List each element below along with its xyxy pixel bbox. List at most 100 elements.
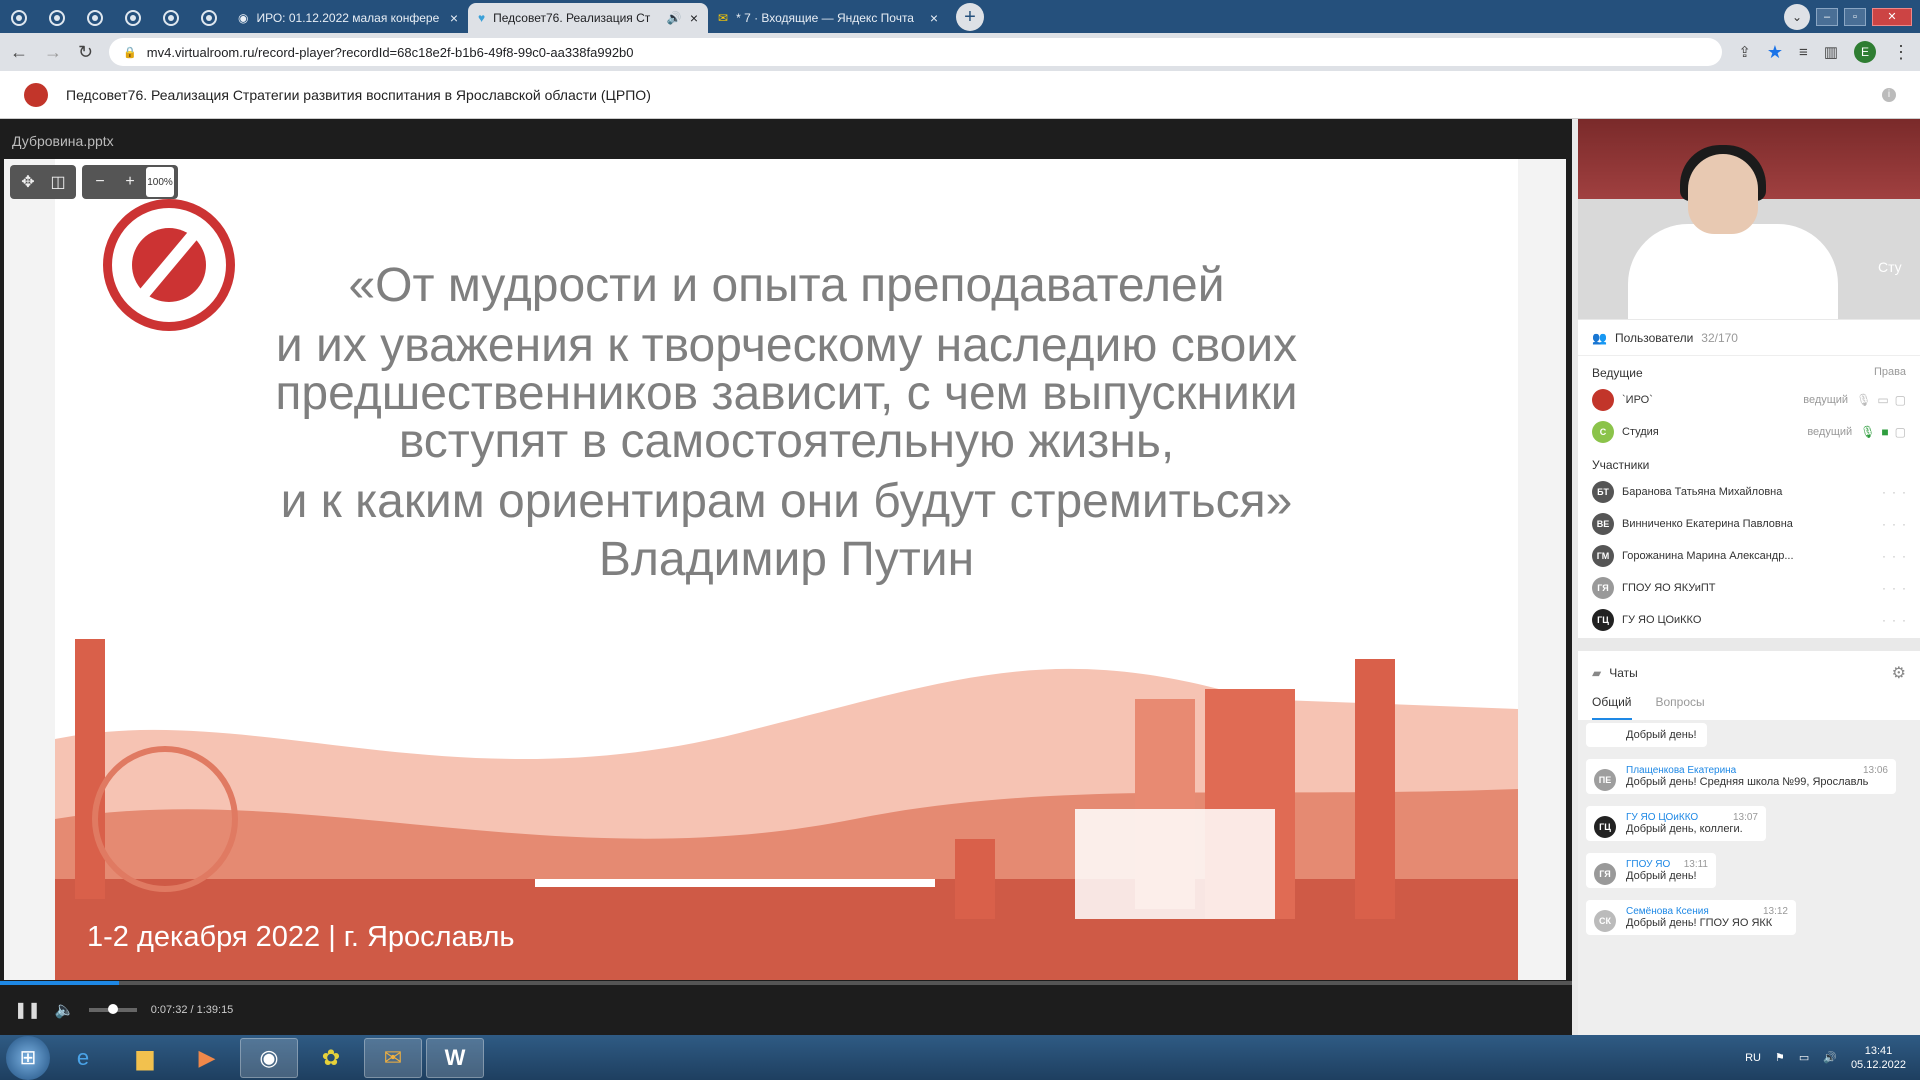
player-controls: ❚❚ 🔈 0:07:32 / 1:39:15: [0, 985, 1572, 1035]
user-row[interactable]: С Студия ведущий 🎙 ■ ▢: [1578, 416, 1920, 448]
camera-on-icon[interactable]: ■: [1881, 425, 1888, 439]
zoom-level[interactable]: 100%: [146, 167, 174, 197]
speaker-icon[interactable]: 🔊: [667, 11, 682, 25]
outlook-icon[interactable]: ✉: [364, 1037, 422, 1078]
screen-icon[interactable]: ·: [1902, 549, 1906, 563]
tab-questions[interactable]: Вопросы: [1656, 695, 1705, 720]
mic-off-icon[interactable]: ·: [1882, 485, 1886, 499]
mic-off-icon[interactable]: ·: [1882, 549, 1886, 563]
volume-handle[interactable]: [107, 1004, 118, 1014]
screen-icon[interactable]: ▢: [1895, 425, 1906, 439]
volume-slider[interactable]: [88, 1004, 137, 1014]
game-icon[interactable]: ✿: [302, 1038, 360, 1078]
zoom-group: − + 100%: [82, 165, 178, 199]
pinned-tab[interactable]: [38, 3, 76, 33]
tray-language[interactable]: RU: [1745, 1052, 1761, 1064]
clock[interactable]: 13:41 05.12.2022: [1851, 1044, 1906, 1072]
start-button[interactable]: ⊞: [6, 1035, 50, 1080]
tab-title: ИРО: 01.12.2022 малая конфере: [256, 11, 440, 25]
pinned-tab[interactable]: [0, 3, 38, 33]
close-window-button[interactable]: ✕: [1872, 7, 1912, 26]
pinned-tab[interactable]: [76, 3, 114, 33]
gear-icon[interactable]: ⚙: [1892, 663, 1906, 683]
presenter-body: [1628, 224, 1838, 319]
pause-icon[interactable]: ❚❚: [14, 1000, 41, 1020]
close-icon[interactable]: ×: [930, 10, 938, 26]
url-field[interactable]: 🔒 mv4.virtualroom.ru/record-player?recor…: [109, 38, 1723, 66]
user-status-icons: · · ·: [1882, 517, 1906, 531]
clock-time: 13:41: [1864, 1044, 1893, 1057]
browser-tab[interactable]: ◉ ИРО: 01.12.2022 малая конфере ×: [228, 3, 468, 33]
chat-message: СК Семёнова Ксения 13:12 Добрый день! ГП…: [1586, 900, 1796, 935]
camera-off-icon[interactable]: ·: [1892, 485, 1896, 499]
forward-icon[interactable]: →: [44, 42, 62, 63]
folder-icon[interactable]: ▆: [116, 1038, 174, 1078]
user-name: ГУ ЯО ЦОиККО: [1622, 614, 1702, 626]
user-row[interactable]: ГМ Горожанина Марина Александр... · · ·: [1578, 540, 1920, 572]
fit-width-icon[interactable]: ◫: [44, 172, 72, 192]
zoom-in-button[interactable]: +: [116, 173, 144, 191]
screen-icon[interactable]: ·: [1902, 485, 1906, 499]
info-icon[interactable]: i: [1882, 87, 1896, 102]
maximize-button[interactable]: ▫: [1844, 7, 1866, 26]
volume-icon[interactable]: 🔈: [55, 1000, 75, 1020]
word-icon[interactable]: W: [426, 1037, 484, 1078]
network-icon[interactable]: ▭: [1799, 1051, 1809, 1064]
pinned-tab[interactable]: [114, 3, 152, 33]
screen-icon[interactable]: ▢: [1895, 393, 1906, 407]
reading-list-icon[interactable]: ≡: [1799, 44, 1808, 61]
pinned-tab[interactable]: [190, 3, 228, 33]
new-tab-button[interactable]: +: [956, 3, 984, 31]
mic-off-icon[interactable]: ·: [1882, 613, 1886, 627]
user-row[interactable]: ВЕ Винниченко Екатерина Павловна · · ·: [1578, 508, 1920, 540]
lock-icon[interactable]: 🔒: [123, 46, 137, 59]
browser-tab-bar: ◉ ИРО: 01.12.2022 малая конфере × ♥ Педс…: [0, 0, 1920, 33]
tab-search-icon[interactable]: ⌄: [1784, 3, 1810, 30]
camera-off-icon[interactable]: ·: [1892, 517, 1896, 531]
screen-icon[interactable]: ·: [1902, 613, 1906, 627]
camera-off-icon[interactable]: ·: [1892, 581, 1896, 595]
camera-off-icon[interactable]: ▭: [1877, 393, 1888, 407]
ie-icon[interactable]: e: [54, 1038, 112, 1078]
tab-general[interactable]: Общий: [1592, 695, 1632, 720]
camera-off-icon[interactable]: ·: [1892, 613, 1896, 627]
mic-off-icon[interactable]: ·: [1882, 517, 1886, 531]
media-player-icon[interactable]: ▶: [178, 1038, 236, 1078]
zoom-out-button[interactable]: −: [86, 173, 114, 191]
minimize-button[interactable]: –: [1816, 7, 1838, 26]
pinned-tab[interactable]: [152, 3, 190, 33]
chrome-icon[interactable]: ◉: [240, 1037, 298, 1078]
close-icon[interactable]: ×: [690, 10, 698, 26]
browser-tab[interactable]: ✉ * 7 · Входящие — Яндекс Почта ×: [708, 3, 948, 33]
globe-icon: [49, 10, 65, 26]
profile-avatar[interactable]: E: [1854, 41, 1876, 63]
move-icon[interactable]: ✥: [14, 172, 42, 192]
close-icon[interactable]: ×: [450, 10, 458, 26]
volume-icon[interactable]: 🔊: [1823, 1051, 1837, 1064]
back-icon[interactable]: ←: [10, 42, 28, 63]
participants-group: Участники: [1578, 448, 1920, 476]
menu-icon[interactable]: ⋮: [1892, 42, 1910, 63]
browser-tab-active[interactable]: ♥ Педсовет76. Реализация Ст 🔊 ×: [468, 3, 708, 33]
side-panel-icon[interactable]: ▥: [1824, 43, 1838, 61]
user-row[interactable]: `ИРО` ведущий 🎙 ▭ ▢: [1578, 384, 1920, 416]
mic-on-icon[interactable]: 🎙: [1860, 425, 1875, 439]
flag-icon[interactable]: ⚑: [1775, 1051, 1785, 1064]
mic-off-icon[interactable]: ·: [1882, 581, 1886, 595]
user-name: `ИРО`: [1622, 394, 1653, 406]
slide-viewport: ✥ ◫ − + 100% «От мудрости и опыта препод…: [4, 159, 1566, 980]
bookmark-star-icon[interactable]: ★: [1767, 42, 1783, 63]
video-label: Сту: [1878, 259, 1902, 275]
screen-icon[interactable]: ·: [1902, 581, 1906, 595]
reload-icon[interactable]: ↻: [78, 42, 93, 63]
avatar: ПЕ: [1594, 769, 1616, 791]
chat-messages[interactable]: Добрый день! ПЕ Плащенкова Екатерина 13:…: [1578, 721, 1920, 1035]
share-icon[interactable]: ⇪: [1738, 43, 1751, 61]
user-row[interactable]: ГЦ ГУ ЯО ЦОиККО · · ·: [1578, 604, 1920, 636]
user-row[interactable]: ГЯ ГПОУ ЯО ЯКУиПТ · · ·: [1578, 572, 1920, 604]
screen-icon[interactable]: ·: [1902, 517, 1906, 531]
user-row[interactable]: БТ Баранова Татьяна Михайловна · · ·: [1578, 476, 1920, 508]
camera-off-icon[interactable]: ·: [1892, 549, 1896, 563]
mic-off-icon[interactable]: 🎙: [1856, 393, 1871, 407]
video-feed[interactable]: Сту: [1578, 119, 1920, 319]
